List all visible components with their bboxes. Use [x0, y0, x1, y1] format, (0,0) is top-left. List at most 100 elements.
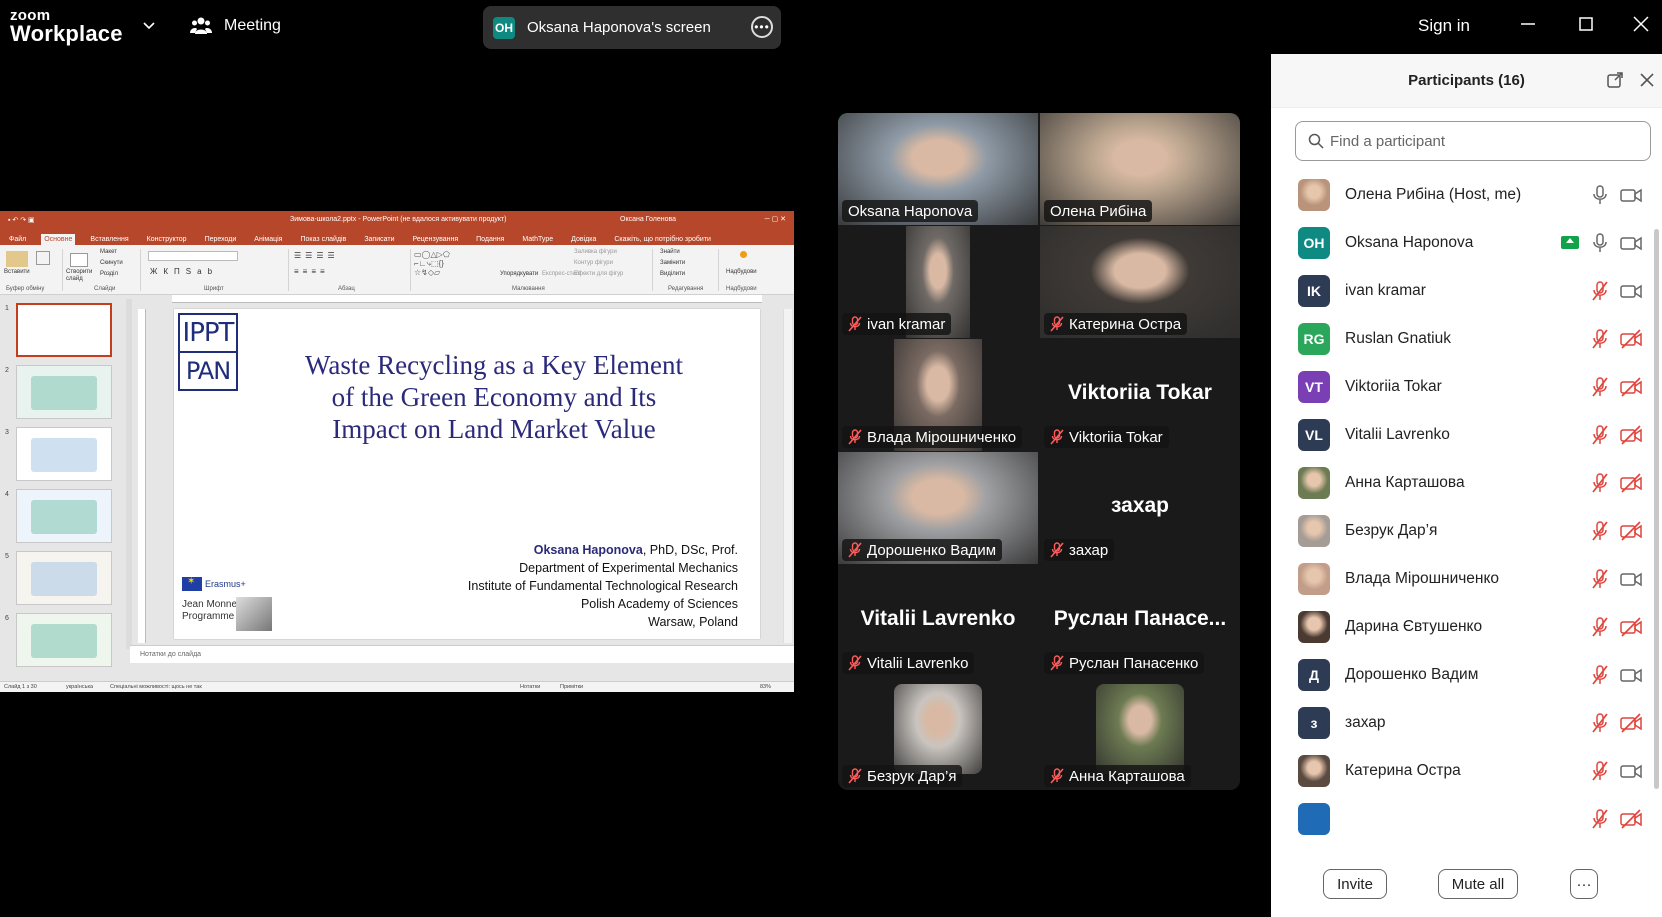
participant-row[interactable]: Влада Мірошниченко: [1271, 553, 1651, 604]
video-tile[interactable]: Руслан Панасе... Руслан Панасенко: [1040, 565, 1240, 677]
ppt-tab[interactable]: Переходи: [202, 234, 240, 245]
ppt-tab[interactable]: Показ слайдів: [297, 234, 349, 245]
video-tile[interactable]: Viktoriia Tokar Viktoriia Tokar: [1040, 339, 1240, 451]
camera-off-icon[interactable]: [1620, 712, 1642, 733]
minimize-icon[interactable]: [1518, 14, 1538, 34]
video-tile[interactable]: ivan kramar: [838, 226, 1038, 338]
camera-icon[interactable]: [1620, 281, 1642, 301]
ppt-tab[interactable]: Основне: [41, 234, 76, 245]
slide-scrollbar[interactable]: [783, 309, 792, 643]
ppt-tab[interactable]: Подання: [473, 234, 507, 245]
video-tile[interactable]: Анна Карташова: [1040, 678, 1240, 790]
participant-row[interactable]: Катерина Остра: [1271, 745, 1651, 796]
notes-toggle[interactable]: Нотатки: [520, 684, 540, 690]
shared-screen-powerpoint[interactable]: ▪ ↶ ↷ ▣ Зимова-школа2.pptx - PowerPoint …: [0, 211, 794, 692]
scrollbar-thumb[interactable]: [1654, 229, 1659, 789]
camera-icon[interactable]: [1620, 233, 1642, 253]
participant-search[interactable]: [1295, 121, 1651, 161]
video-tile[interactable]: захар захар: [1040, 452, 1240, 564]
slide-thumbnail[interactable]: [16, 489, 112, 543]
camera-off-icon[interactable]: [1620, 472, 1642, 493]
mic-muted-icon[interactable]: [1591, 808, 1609, 829]
invite-button[interactable]: Invite: [1323, 869, 1387, 899]
slide-thumbnail[interactable]: [16, 365, 112, 419]
slide-thumbnail[interactable]: [16, 613, 112, 667]
camera-icon[interactable]: [1620, 761, 1642, 781]
thumbnails-scrollbar[interactable]: [126, 299, 132, 649]
close-window-icon[interactable]: [1631, 14, 1651, 34]
video-tile[interactable]: Безрук Дар’я: [838, 678, 1038, 790]
ppt-tab[interactable]: Рецензування: [410, 234, 462, 245]
participant-row[interactable]: VT Viktoriia Tokar: [1271, 361, 1651, 412]
ppt-tab[interactable]: Скажіть, що потрібно зробити: [611, 234, 714, 245]
zoom-workplace-logo[interactable]: zoom Workplace: [10, 8, 123, 45]
participant-row[interactable]: Анна Карташова: [1271, 457, 1651, 508]
slide-thumbnail[interactable]: [16, 551, 112, 605]
participant-row[interactable]: Олена Рибіна (Host, me): [1271, 169, 1651, 220]
video-tile[interactable]: Катерина Остра: [1040, 226, 1240, 338]
ppt-tab[interactable]: Файл: [6, 234, 29, 245]
more-options-icon[interactable]: •••: [751, 16, 773, 38]
camera-off-icon[interactable]: [1620, 520, 1642, 541]
video-tile[interactable]: Vitalii Lavrenko Vitalii Lavrenko: [838, 565, 1038, 677]
participant-row[interactable]: Д Дорошенко Вадим: [1271, 649, 1651, 700]
mic-muted-icon[interactable]: [1591, 760, 1609, 781]
video-tile[interactable]: Олена Рибіна: [1040, 113, 1240, 225]
participant-row[interactable]: VL Vitalii Lavrenko: [1271, 409, 1651, 460]
maximize-icon[interactable]: [1576, 14, 1596, 34]
camera-off-icon[interactable]: [1620, 808, 1642, 829]
video-tile[interactable]: Oksana Haponova: [838, 113, 1038, 225]
slide-thumbnail[interactable]: [16, 303, 112, 357]
ppt-tab[interactable]: Довідка: [568, 234, 599, 245]
mic-muted-icon[interactable]: [1591, 712, 1609, 733]
slide-notes-field[interactable]: Нотатки до слайда: [130, 645, 794, 663]
ppt-tab[interactable]: Вставлення: [87, 234, 131, 245]
camera-off-icon[interactable]: [1620, 376, 1642, 397]
participant-row[interactable]: Безрук Дар’я: [1271, 505, 1651, 556]
camera-off-icon[interactable]: [1620, 616, 1642, 637]
close-panel-icon[interactable]: [1638, 71, 1656, 89]
current-slide[interactable]: IPPT PAN Waste Recycling as a Key Elemen…: [174, 309, 760, 639]
slide-thumbnail[interactable]: [16, 427, 112, 481]
mic-muted-icon[interactable]: [1591, 568, 1609, 589]
mic-muted-icon[interactable]: [1591, 616, 1609, 637]
mic-icon[interactable]: [1591, 184, 1609, 205]
camera-icon[interactable]: [1620, 569, 1642, 589]
camera-off-icon[interactable]: [1620, 328, 1642, 349]
participant-row[interactable]: OH Oksana Haponova: [1271, 217, 1651, 268]
mic-muted-icon[interactable]: [1591, 520, 1609, 541]
ppt-tab[interactable]: Записати: [361, 234, 397, 245]
chevron-down-icon[interactable]: [142, 18, 156, 32]
camera-icon[interactable]: [1620, 665, 1642, 685]
participant-row[interactable]: Дарина Євтушенко: [1271, 601, 1651, 652]
more-button[interactable]: ···: [1570, 869, 1598, 899]
screen-share-pill[interactable]: OH Oksana Haponova's screen •••: [483, 6, 781, 49]
participant-row[interactable]: [1271, 793, 1651, 844]
ppt-tab[interactable]: Конструктор: [144, 234, 190, 245]
mic-muted-icon[interactable]: [1591, 472, 1609, 493]
zoom-level[interactable]: 83%: [760, 684, 771, 690]
mic-muted-icon[interactable]: [1591, 664, 1609, 685]
ppt-tab[interactable]: Анімація: [251, 234, 285, 245]
mute-all-button[interactable]: Mute all: [1438, 869, 1518, 899]
search-input[interactable]: [1330, 132, 1630, 150]
mic-muted-icon[interactable]: [1591, 280, 1609, 301]
comments-toggle[interactable]: Примітки: [560, 684, 583, 690]
pop-out-icon[interactable]: [1606, 71, 1624, 89]
video-tile[interactable]: Влада Мірошниченко: [838, 339, 1038, 451]
mic-muted-icon[interactable]: [1591, 376, 1609, 397]
meeting-info-button[interactable]: Meeting: [190, 16, 281, 36]
mic-icon[interactable]: [1591, 232, 1609, 253]
video-tile[interactable]: Дорошенко Вадим: [838, 452, 1038, 564]
sign-in-link[interactable]: Sign in: [1418, 16, 1470, 36]
mic-muted-icon[interactable]: [1591, 424, 1609, 445]
participants-scrollbar[interactable]: [1654, 169, 1659, 849]
participant-row[interactable]: IK ivan kramar: [1271, 265, 1651, 316]
mic-muted-icon[interactable]: [1591, 328, 1609, 349]
accessibility-indicator[interactable]: Спеціальні можливості: щось не так: [110, 684, 202, 690]
participant-row[interactable]: RG Ruslan Gnatiuk: [1271, 313, 1651, 364]
camera-icon[interactable]: [1620, 185, 1642, 205]
camera-off-icon[interactable]: [1620, 424, 1642, 445]
ppt-tab[interactable]: MathType: [519, 234, 556, 245]
participant-row[interactable]: з захар: [1271, 697, 1651, 748]
